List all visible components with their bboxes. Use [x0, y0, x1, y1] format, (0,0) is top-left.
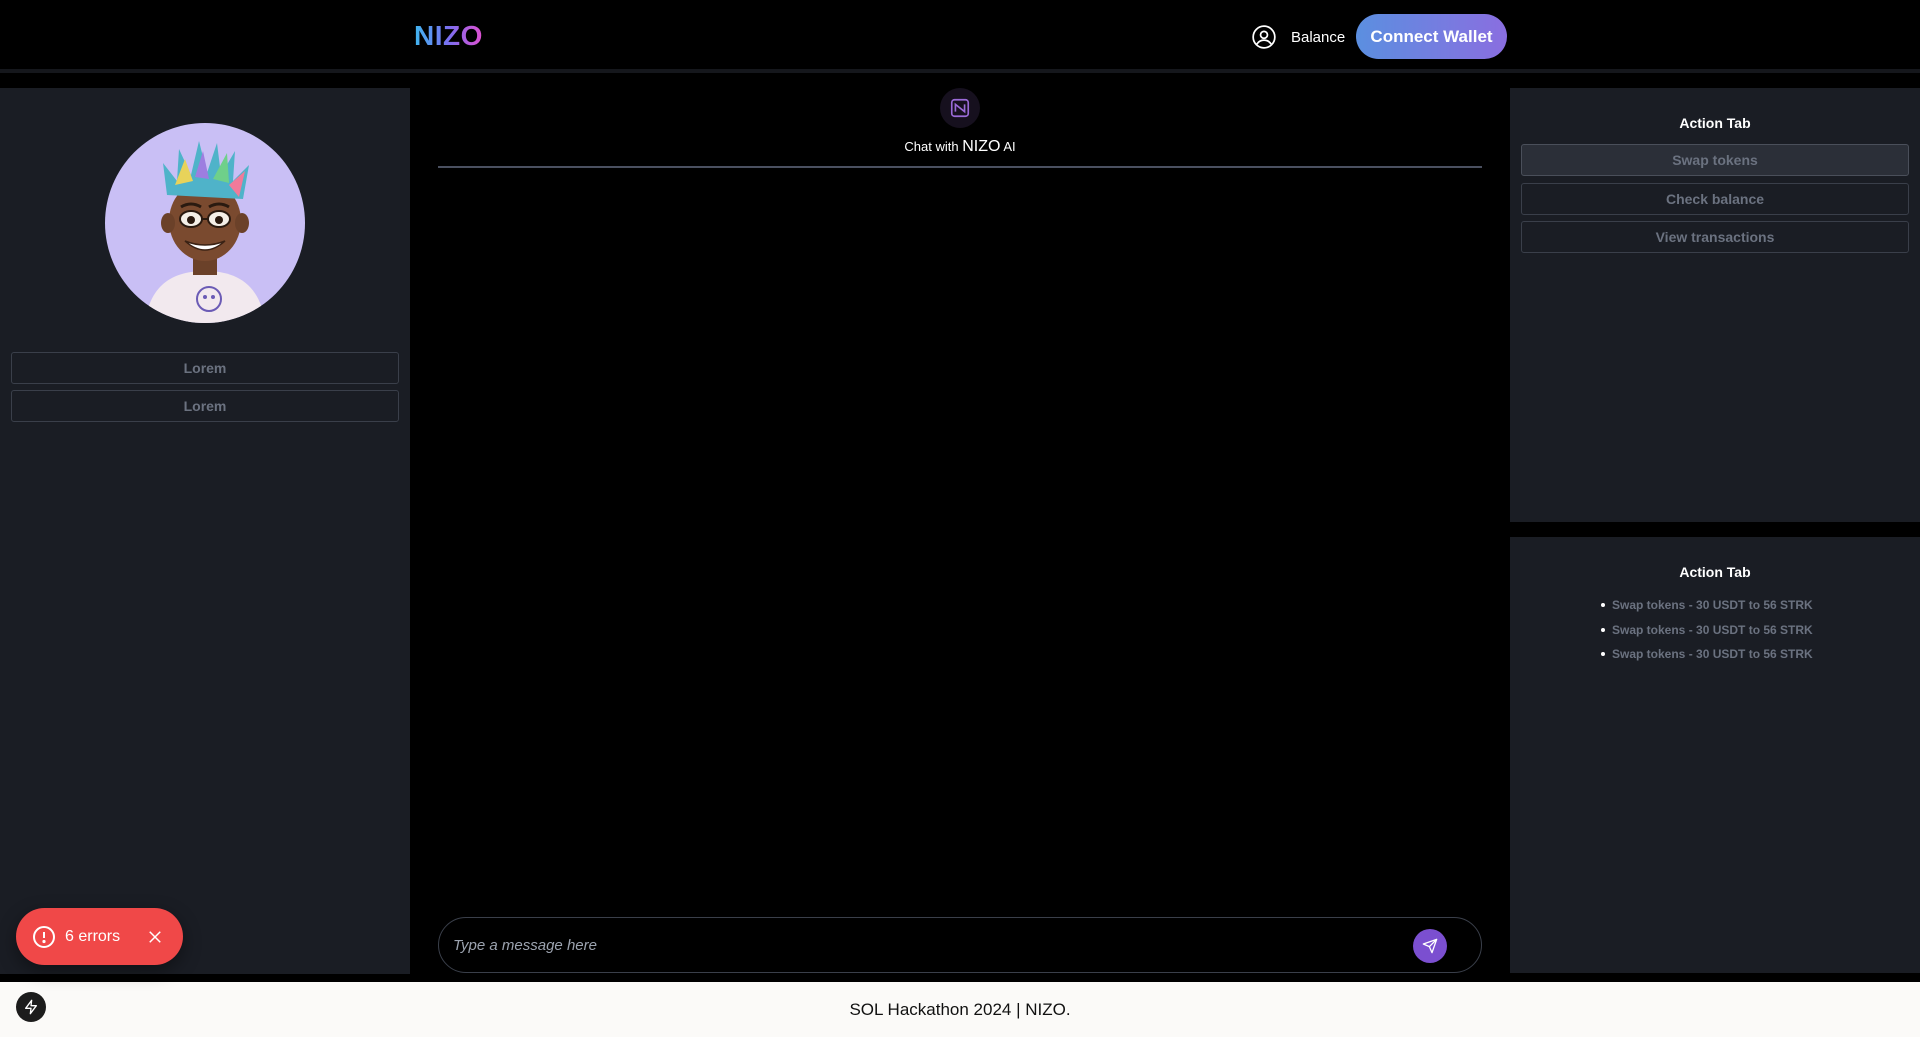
- check-balance-button[interactable]: Check balance: [1521, 183, 1909, 215]
- lorem-button-1[interactable]: Lorem: [11, 352, 399, 384]
- view-transactions-button[interactable]: View transactions: [1521, 221, 1909, 253]
- send-button[interactable]: [1413, 929, 1447, 963]
- footer-text: SOL Hackathon 2024 | NIZO.: [849, 999, 1071, 1019]
- lightning-icon: [25, 999, 37, 1015]
- connect-wallet-button[interactable]: Connect Wallet: [1356, 14, 1507, 59]
- top-navbar: NIZO Balance Connect Wallet: [0, 0, 1920, 73]
- nizo-ai-icon: [940, 88, 980, 128]
- avatar: [105, 123, 305, 323]
- chat-divider: [438, 166, 1482, 168]
- alert-circle-icon: [33, 925, 55, 948]
- list-item: Swap tokens - 30 USDT to 56 STRK: [1601, 642, 1813, 667]
- nizo-logo[interactable]: NIZO: [414, 20, 483, 52]
- error-count-label[interactable]: 6 errors: [65, 928, 120, 946]
- list-item: Swap tokens - 30 USDT to 56 STRK: [1601, 618, 1813, 643]
- list-item: Swap tokens - 30 USDT to 56 STRK: [1601, 593, 1813, 618]
- close-icon[interactable]: [146, 928, 164, 946]
- swap-tokens-button[interactable]: Swap tokens: [1521, 144, 1909, 176]
- balance-button[interactable]: Balance: [1251, 24, 1345, 50]
- history-title: Action Tab: [1679, 564, 1751, 580]
- chat-title-brand: NIZO: [962, 138, 1001, 155]
- dev-tools-button[interactable]: [16, 992, 46, 1022]
- error-toast[interactable]: 6 errors: [16, 908, 183, 965]
- message-input[interactable]: [453, 918, 1403, 972]
- action-history-panel: Action Tab Swap tokens - 30 USDT to 56 S…: [1510, 537, 1920, 973]
- chat-title-prefix: Chat with: [904, 139, 959, 154]
- footer: SOL Hackathon 2024 | NIZO.: [0, 982, 1920, 1037]
- lorem-button-2[interactable]: Lorem: [11, 390, 399, 422]
- send-icon: [1422, 938, 1438, 954]
- action-tab-title: Action Tab: [1679, 115, 1751, 131]
- action-tab-panel: Action Tab Swap tokens Check balance Vie…: [1510, 88, 1920, 522]
- user-circle-icon: [1252, 25, 1276, 49]
- left-sidebar: Lorem Lorem: [0, 88, 410, 974]
- chat-input-container: [438, 917, 1482, 973]
- chat-title: Chat with NIZO AI: [438, 138, 1482, 156]
- history-list: Swap tokens - 30 USDT to 56 STRK Swap to…: [1601, 593, 1813, 667]
- balance-label: Balance: [1291, 28, 1346, 46]
- chat-title-suffix: AI: [1003, 139, 1016, 154]
